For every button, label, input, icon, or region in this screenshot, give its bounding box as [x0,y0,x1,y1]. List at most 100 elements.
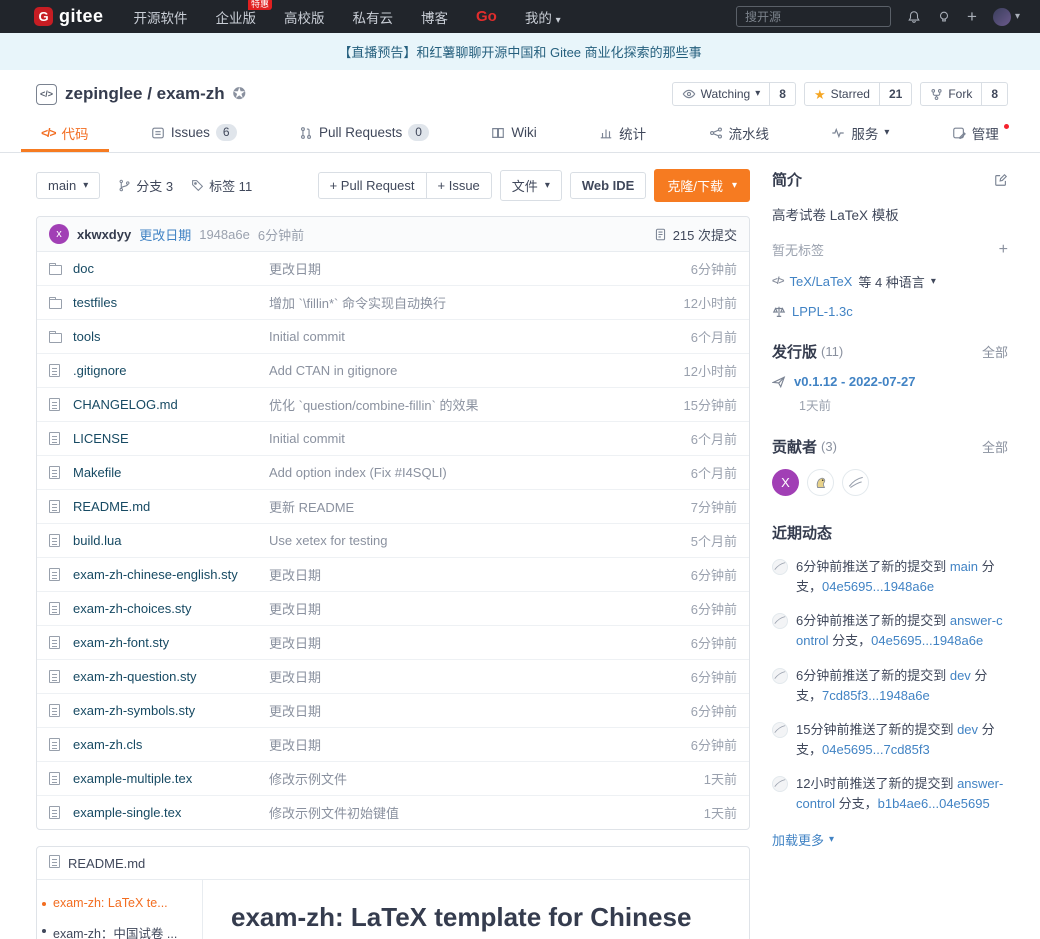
all-contributors-link[interactable]: 全部 [982,437,1008,456]
nav-item-my[interactable]: 我的 ▾ [525,7,561,27]
clone-download-button[interactable]: 克隆/下载 ▾ [654,169,750,202]
bell-icon[interactable] [907,10,921,24]
commit-time: 6个月前 [691,463,737,482]
file-link[interactable]: README.md [73,499,269,514]
file-link[interactable]: .gitignore [73,363,269,378]
file-link[interactable]: doc [73,261,269,276]
announcement-banner[interactable]: 【直播预告】和红薯聊聊开源中国和 Gitee 商业化探索的那些事 [0,33,1040,70]
star-count[interactable]: 21 [879,83,911,105]
file-link[interactable]: build.lua [73,533,269,548]
commit-message-link[interactable]: 更改日期 [269,633,691,652]
file-link[interactable]: tools [73,329,269,344]
fork-button[interactable]: Fork [921,83,981,105]
commit-range-link[interactable]: 04e5695...1948a6e [871,633,983,648]
commit-message-link[interactable]: 更改日期 [139,225,191,244]
tab-code[interactable]: </> 代码 [21,116,108,152]
branch-link[interactable]: main [950,559,978,574]
toc-item[interactable]: exam-zh: LaTeX te... [37,896,196,910]
avatar[interactable]: X [772,469,799,496]
avatar[interactable] [842,469,869,496]
watch-count[interactable]: 8 [769,83,795,105]
avatar[interactable]: x [49,224,69,244]
commit-range-link[interactable]: 04e5695...7cd85f3 [822,742,930,757]
file-link[interactable]: exam-zh-font.sty [73,635,269,650]
commit-message-link[interactable]: 增加 `\fillin*` 命令实现自动换行 [269,293,684,312]
branch-selector[interactable]: main ▾ [36,172,100,199]
commit-author-link[interactable]: xkwxdyy [77,227,131,242]
plus-icon[interactable]: + [967,8,977,25]
file-link[interactable]: LICENSE [73,431,269,446]
commit-range-link[interactable]: b1b4ae6...04e5695 [878,796,990,811]
repo-owner-link[interactable]: zepinglee [65,84,142,103]
commit-range-link[interactable]: 7cd85f3...1948a6e [822,688,930,703]
watch-button[interactable]: Watching ▾ [673,83,770,105]
commit-message-link[interactable]: Initial commit [269,431,691,446]
commit-message-link[interactable]: 更改日期 [269,259,691,278]
commit-message-link[interactable]: Add option index (Fix #I4SQLI) [269,465,691,480]
new-issue-button[interactable]: + Issue [426,173,491,198]
search-input[interactable] [736,6,891,27]
nav-item-private-cloud[interactable]: 私有云 [353,7,394,27]
commit-message-link[interactable]: 更新 README [269,497,691,516]
edit-icon[interactable] [994,173,1008,187]
tab-stats[interactable]: 统计 [579,116,666,152]
file-link[interactable]: exam-zh-choices.sty [73,601,269,616]
tags-link[interactable]: 标签 11 [191,176,252,195]
file-link[interactable]: exam-zh-question.sty [73,669,269,684]
branch-link[interactable]: dev [957,722,978,737]
nav-item-opensource[interactable]: 开源软件 [134,7,188,27]
avatar[interactable] [807,469,834,496]
readme-body: exam-zh: LaTeX te... exam-zh：中国试卷 ... 示例… [37,880,749,939]
license-link[interactable]: LPPL-1.3c [792,304,853,319]
toc-item[interactable]: exam-zh：中国试卷 ... [37,923,196,939]
web-ide-button[interactable]: Web IDE [570,172,647,199]
commits-count-link[interactable]: 215 次提交 [654,225,737,244]
load-more-button[interactable]: 加载更多 ▾ [772,830,834,849]
release-link[interactable]: v0.1.12 - 2022-07-27 [794,374,915,389]
commit-message-link[interactable]: 更改日期 [269,565,691,584]
file-link[interactable]: example-single.tex [73,805,269,820]
all-releases-link[interactable]: 全部 [982,342,1008,361]
branches-link[interactable]: 分支 3 [118,176,173,195]
language-link[interactable]: TeX/LaTeX [789,274,852,289]
commit-message-link[interactable]: Use xetex for testing [269,533,691,548]
tab-issues[interactable]: Issues 6 [131,116,257,152]
file-link[interactable]: example-multiple.tex [73,771,269,786]
add-tag-button[interactable]: + [999,242,1008,258]
commit-message-link[interactable]: Initial commit [269,329,691,344]
commit-message-link[interactable]: 修改示例文件初始键值 [269,803,704,822]
tab-manage[interactable]: 管理 [932,116,1019,152]
tab-pull-requests[interactable]: Pull Requests 0 [279,116,449,152]
nav-item-go[interactable]: Go [476,8,497,25]
file-link[interactable]: exam-zh-symbols.sty [73,703,269,718]
chevron-down-icon[interactable]: ▾ [931,277,936,287]
tab-wiki[interactable]: Wiki [471,116,557,152]
file-link[interactable]: exam-zh-chinese-english.sty [73,567,269,582]
commit-range-link[interactable]: 04e5695...1948a6e [822,579,934,594]
nav-item-enterprise[interactable]: 企业版特惠 [216,7,257,27]
gitee-logo[interactable]: G gitee [34,6,104,27]
commit-message-link[interactable]: 更改日期 [269,599,691,618]
file-menu-button[interactable]: 文件 ▾ [500,170,562,201]
file-link[interactable]: exam-zh.cls [73,737,269,752]
branch-link[interactable]: dev [950,668,971,683]
user-menu[interactable]: ▾ [993,8,1020,26]
commit-message-link[interactable]: 修改示例文件 [269,769,704,788]
star-button[interactable]: ★ Starred [805,83,879,105]
file-link[interactable]: Makefile [73,465,269,480]
commit-message-link[interactable]: 更改日期 [269,701,691,720]
commit-message-link[interactable]: 更改日期 [269,667,691,686]
new-pull-request-button[interactable]: + Pull Request [319,173,426,198]
nav-item-blog[interactable]: 博客 [421,7,448,27]
tab-service[interactable]: 服务 ▾ [811,116,909,152]
nav-item-education[interactable]: 高校版 [284,7,325,27]
bulb-icon[interactable] [937,10,951,24]
file-link[interactable]: testfiles [73,295,269,310]
commit-message-link[interactable]: Add CTAN in gitignore [269,363,684,378]
commit-message-link[interactable]: 更改日期 [269,735,691,754]
repo-name-link[interactable]: exam-zh [157,84,225,103]
file-link[interactable]: CHANGELOG.md [73,397,269,412]
fork-count[interactable]: 8 [981,83,1007,105]
tab-pipeline[interactable]: 流水线 [689,116,790,152]
commit-message-link[interactable]: 优化 `question/combine-fillin` 的效果 [269,395,684,414]
